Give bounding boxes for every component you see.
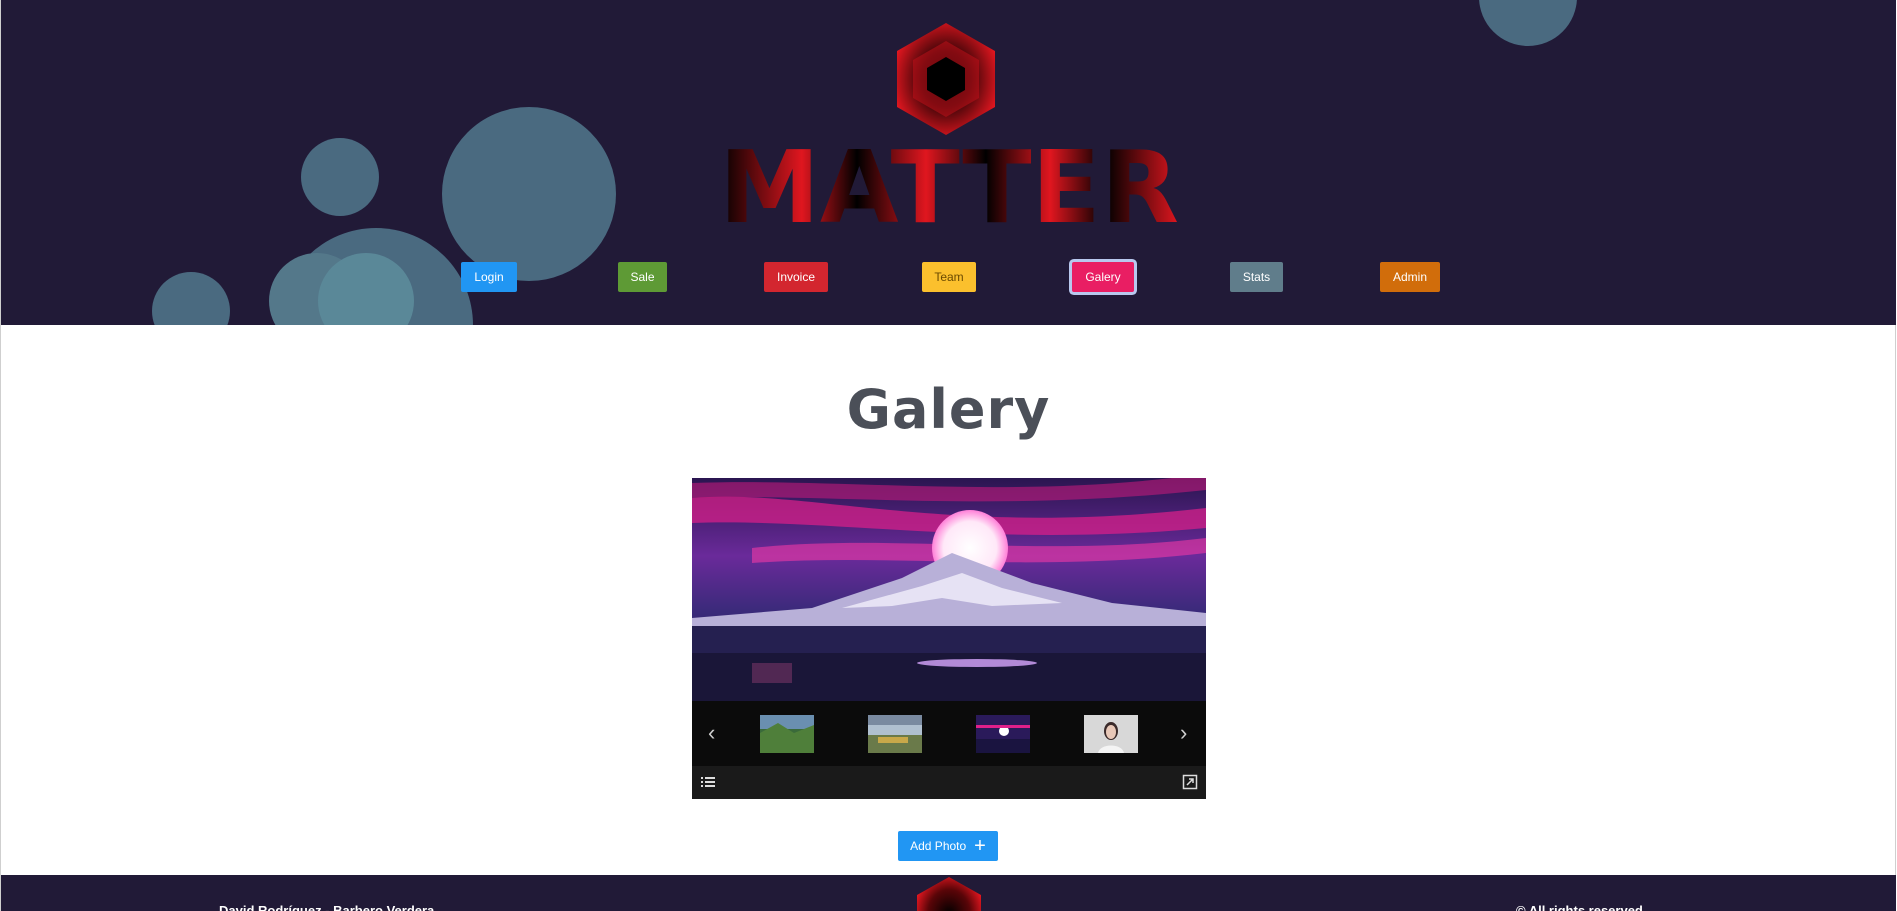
thumbnail[interactable]: [976, 715, 1030, 753]
site-footer: David Rodríguez - Barbero Verdera © All …: [1, 875, 1896, 911]
footer-credits: David Rodríguez - Barbero Verdera: [219, 903, 435, 911]
add-photo-label: Add Photo: [910, 839, 967, 853]
thumbnail[interactable]: [868, 715, 922, 753]
gallery-toolbar: [692, 766, 1206, 799]
thumbnail-strip: ‹ ›: [692, 701, 1206, 766]
gallery-main-image[interactable]: [692, 478, 1206, 701]
photo-gallery: ‹ ›: [692, 478, 1206, 799]
nav-invoice-button[interactable]: Invoice: [764, 262, 828, 292]
nav-team-button[interactable]: Team: [922, 262, 976, 292]
thumbnail[interactable]: [1084, 715, 1138, 753]
plus-icon: +: [974, 835, 986, 857]
nav-galery-button[interactable]: Galery: [1072, 262, 1134, 292]
decor-bubble: [301, 138, 379, 216]
thumbnail[interactable]: [760, 715, 814, 753]
chevron-left-icon[interactable]: ‹: [708, 719, 715, 747]
logo-wordmark: MATTER: [719, 140, 1179, 230]
fullscreen-icon[interactable]: [1182, 774, 1198, 790]
site-header: MATTER Login Sale Invoice Team Galery St…: [1, 0, 1896, 325]
svg-text:MATTER: MATTER: [719, 140, 1179, 230]
list-icon[interactable]: [700, 774, 716, 790]
logo-hexagon-icon: [897, 23, 995, 135]
main-nav: Login Sale Invoice Team Galery Stats Adm…: [1, 262, 1896, 294]
chevron-right-icon[interactable]: ›: [1180, 719, 1187, 747]
add-photo-button[interactable]: Add Photo +: [898, 831, 998, 861]
nav-admin-button[interactable]: Admin: [1380, 262, 1440, 292]
decor-bubble: [442, 107, 616, 281]
decor-bubble: [1479, 0, 1577, 46]
nav-stats-button[interactable]: Stats: [1230, 262, 1283, 292]
landscape-photo: [692, 478, 1206, 701]
nav-login-button[interactable]: Login: [461, 262, 517, 292]
footer-copyright: © All rights reserved: [1516, 903, 1643, 911]
nav-sale-button[interactable]: Sale: [618, 262, 667, 292]
footer-logo-hexagon-icon: [917, 877, 981, 911]
page-title: Galery: [846, 378, 1051, 441]
